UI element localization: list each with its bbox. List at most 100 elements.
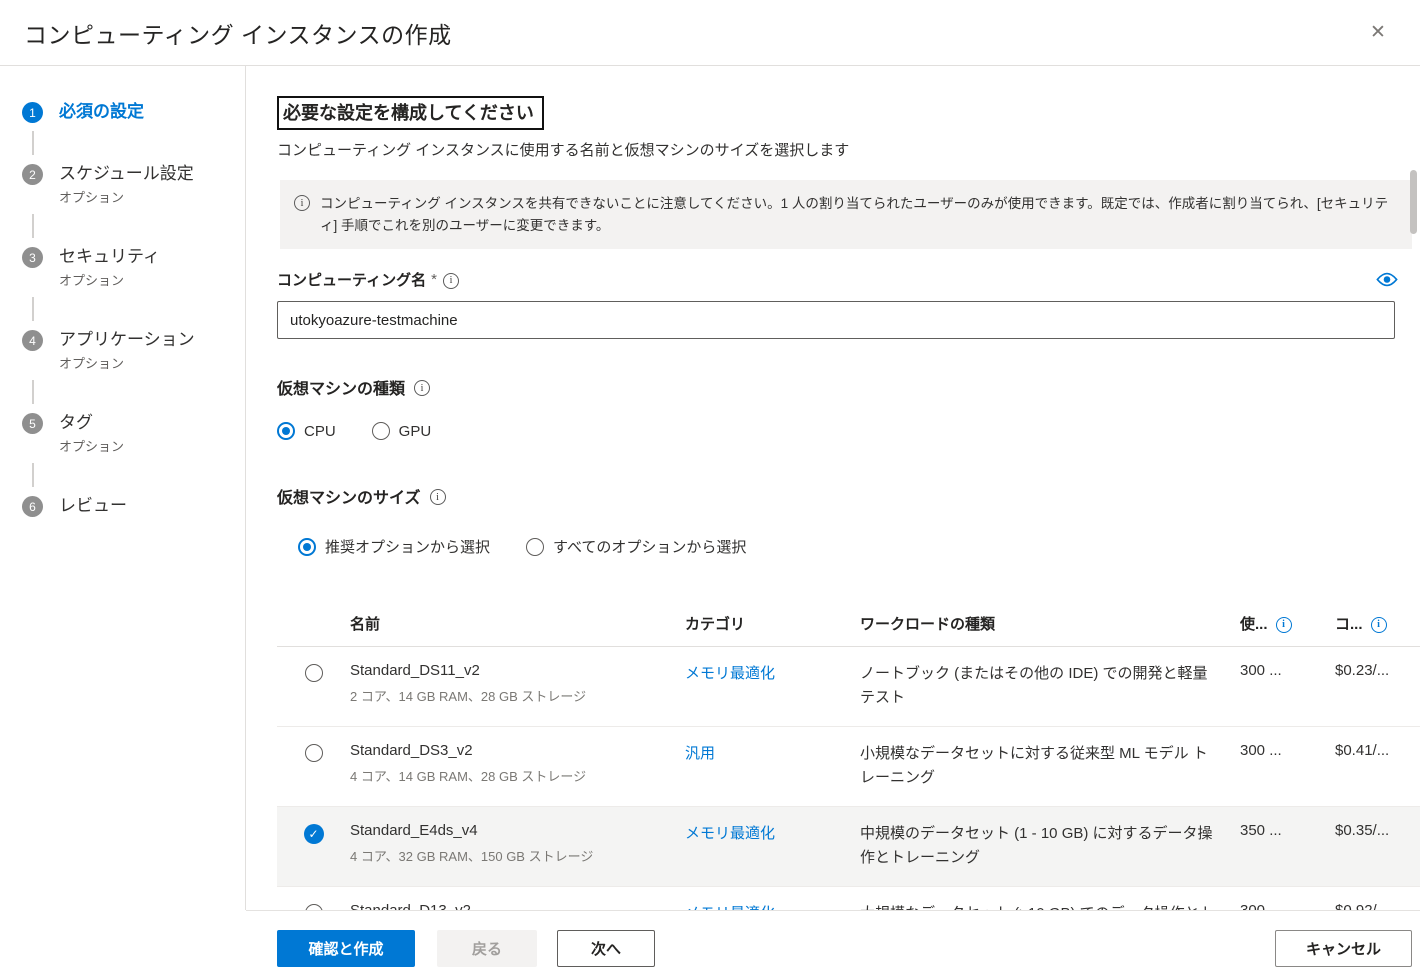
vm-quota: 300 ... bbox=[1240, 662, 1335, 679]
steps-sidebar: 1 必須の設定 2 スケジュール設定 オプション 3 セキュリティ オプション bbox=[0, 66, 246, 910]
step-label: レビュー bbox=[59, 496, 127, 515]
table-header-row: 名前 カテゴリ ワークロードの種類 使... コ... bbox=[277, 603, 1420, 647]
step-label: アプリケーション bbox=[59, 328, 195, 352]
section-subheading: コンピューティング インスタンスに使用する名前と仮想マシンのサイズを選択します bbox=[277, 139, 1420, 160]
step-required-settings[interactable]: 1 必須の設定 bbox=[22, 100, 245, 124]
radio-label: すべてのオプションから選択 bbox=[553, 536, 746, 557]
step-schedule[interactable]: 2 スケジュール設定 オプション bbox=[22, 162, 245, 207]
vm-specs: 2 コア、14 GB RAM、28 GB ストレージ bbox=[350, 686, 685, 705]
vm-name: Standard_E4ds_v4 bbox=[350, 822, 685, 839]
column-header-workload: ワークロードの種類 bbox=[860, 613, 1240, 634]
cancel-button[interactable]: キャンセル bbox=[1275, 930, 1412, 967]
vm-workload: ノートブック (またはその他の IDE) での開発と軽量テスト bbox=[860, 662, 1240, 710]
vm-specs: 4 コア、14 GB RAM、28 GB ストレージ bbox=[350, 766, 685, 785]
close-button[interactable] bbox=[1360, 15, 1396, 51]
vm-size-radio-group: 推奨オプションから選択 すべてのオプションから選択 bbox=[277, 536, 1420, 557]
vm-name: Standard_DS3_v2 bbox=[350, 742, 685, 759]
vm-size-recommended-radio[interactable]: 推奨オプションから選択 bbox=[298, 536, 490, 557]
step-review[interactable]: 6 レビュー bbox=[22, 494, 245, 518]
vm-category-link[interactable]: メモリ最適化 bbox=[685, 662, 860, 683]
step-label: セキュリティ bbox=[59, 245, 160, 269]
vm-category-link[interactable]: 汎用 bbox=[685, 742, 860, 763]
column-header-category: カテゴリ bbox=[685, 613, 860, 634]
dialog-footer: 確認と作成 戻る 次へ キャンセル bbox=[0, 910, 1420, 973]
vm-type-radio-group: CPU GPU bbox=[277, 422, 1420, 440]
vm-category-link[interactable]: メモリ最適化 bbox=[685, 902, 860, 910]
compute-name-label: コンピューティング名 bbox=[277, 269, 426, 290]
row-radio-icon[interactable] bbox=[305, 744, 323, 762]
step-number-badge: 6 bbox=[22, 496, 43, 517]
row-radio-icon[interactable] bbox=[305, 664, 323, 682]
step-label: タグ bbox=[59, 411, 124, 435]
scrollbar-thumb[interactable] bbox=[1410, 170, 1417, 234]
radio-unselected-icon bbox=[526, 538, 544, 556]
step-optional-label: オプション bbox=[59, 272, 160, 290]
table-row-standard-ds11-v2[interactable]: Standard_DS11_v2 2 コア、14 GB RAM、28 GB スト… bbox=[277, 647, 1420, 727]
step-label: スケジュール設定 bbox=[59, 162, 194, 186]
vm-size-label: 仮想マシンのサイズ bbox=[277, 484, 421, 508]
create-compute-instance-dialog: コンピューティング インスタンスの作成 1 必須の設定 2 スケジュール設定 オ… bbox=[0, 0, 1420, 973]
column-header-name: 名前 bbox=[350, 613, 685, 634]
step-tags[interactable]: 5 タグ オプション bbox=[22, 411, 245, 456]
vm-type-cpu-radio[interactable]: CPU bbox=[277, 422, 336, 440]
info-icon[interactable] bbox=[1371, 617, 1387, 633]
create-button[interactable]: 確認と作成 bbox=[277, 930, 415, 967]
step-applications[interactable]: 4 アプリケーション オプション bbox=[22, 328, 245, 373]
radio-selected-icon bbox=[277, 422, 295, 440]
info-icon bbox=[294, 195, 310, 211]
vm-quota: 350 ... bbox=[1240, 822, 1335, 839]
vm-workload: 中規模のデータセット (1 - 10 GB) に対するデータ操作とトレーニング bbox=[860, 822, 1240, 870]
vm-specs: 4 コア、32 GB RAM、150 GB ストレージ bbox=[350, 846, 685, 865]
dialog-header: コンピューティング インスタンスの作成 bbox=[0, 0, 1420, 66]
step-optional-label: オプション bbox=[59, 438, 124, 456]
step-label: 必須の設定 bbox=[59, 102, 144, 121]
vm-type-label: 仮想マシンの種類 bbox=[277, 375, 405, 399]
back-button[interactable]: 戻る bbox=[437, 930, 537, 967]
vm-type-gpu-radio[interactable]: GPU bbox=[372, 422, 432, 440]
radio-label: GPU bbox=[399, 423, 432, 440]
vm-size-label-row: 仮想マシンのサイズ bbox=[277, 484, 1420, 508]
info-banner-text: コンピューティング インスタンスを共有できないことに注意してください。1 人の割… bbox=[310, 193, 1390, 236]
info-icon[interactable] bbox=[1276, 617, 1292, 633]
column-header-quota: 使... bbox=[1240, 613, 1335, 634]
info-banner: コンピューティング インスタンスを共有できないことに注意してください。1 人の割… bbox=[280, 180, 1412, 249]
required-asterisk: * bbox=[431, 271, 437, 288]
table-row-standard-e4ds-v4-selected[interactable]: Standard_E4ds_v4 4 コア、32 GB RAM、150 GB ス… bbox=[277, 807, 1420, 887]
vm-name: Standard_D13_v2 bbox=[350, 902, 685, 910]
dialog-body: 1 必須の設定 2 スケジュール設定 オプション 3 セキュリティ オプション bbox=[0, 66, 1420, 910]
info-icon[interactable] bbox=[414, 380, 430, 396]
step-connector bbox=[32, 297, 34, 321]
step-connector bbox=[32, 463, 34, 487]
info-icon[interactable] bbox=[430, 489, 446, 505]
step-number-badge: 5 bbox=[22, 413, 43, 434]
info-icon[interactable] bbox=[443, 273, 459, 289]
footer-divider bbox=[246, 910, 1420, 911]
radio-selected-icon bbox=[298, 538, 316, 556]
vm-type-label-row: 仮想マシンの種類 bbox=[277, 375, 1420, 399]
vertical-scrollbar[interactable] bbox=[1406, 66, 1420, 910]
close-icon bbox=[1370, 21, 1386, 44]
next-button[interactable]: 次へ bbox=[557, 930, 655, 967]
step-number-badge: 3 bbox=[22, 247, 43, 268]
radio-label: 推奨オプションから選択 bbox=[325, 536, 490, 557]
compute-name-label-row: コンピューティング名 * bbox=[277, 269, 1420, 290]
eye-icon[interactable] bbox=[1376, 272, 1398, 287]
step-number-badge: 4 bbox=[22, 330, 43, 351]
vm-category-link[interactable]: メモリ最適化 bbox=[685, 822, 860, 843]
step-optional-label: オプション bbox=[59, 189, 194, 207]
step-optional-label: オプション bbox=[59, 355, 195, 373]
section-heading: 必要な設定を構成してください bbox=[277, 96, 544, 130]
table-row-standard-d13-v2[interactable]: Standard_D13_v2 メモリ最適化 大規模なデータセット (>10 G… bbox=[277, 887, 1420, 910]
vm-size-all-options-radio[interactable]: すべてのオプションから選択 bbox=[526, 536, 746, 557]
vm-workload: 小規模なデータセットに対する従来型 ML モデル トレーニング bbox=[860, 742, 1240, 790]
page-title: コンピューティング インスタンスの作成 bbox=[24, 16, 452, 50]
step-security[interactable]: 3 セキュリティ オプション bbox=[22, 245, 245, 290]
radio-unselected-icon bbox=[372, 422, 390, 440]
table-row-standard-ds3-v2[interactable]: Standard_DS3_v2 4 コア、14 GB RAM、28 GB ストレ… bbox=[277, 727, 1420, 807]
compute-name-input[interactable] bbox=[277, 301, 1395, 339]
step-number-badge: 2 bbox=[22, 164, 43, 185]
step-number-badge: 1 bbox=[22, 102, 43, 123]
step-connector bbox=[32, 380, 34, 404]
vm-size-table: 名前 カテゴリ ワークロードの種類 使... コ... Stand bbox=[277, 603, 1420, 910]
selected-check-icon[interactable] bbox=[304, 824, 324, 844]
